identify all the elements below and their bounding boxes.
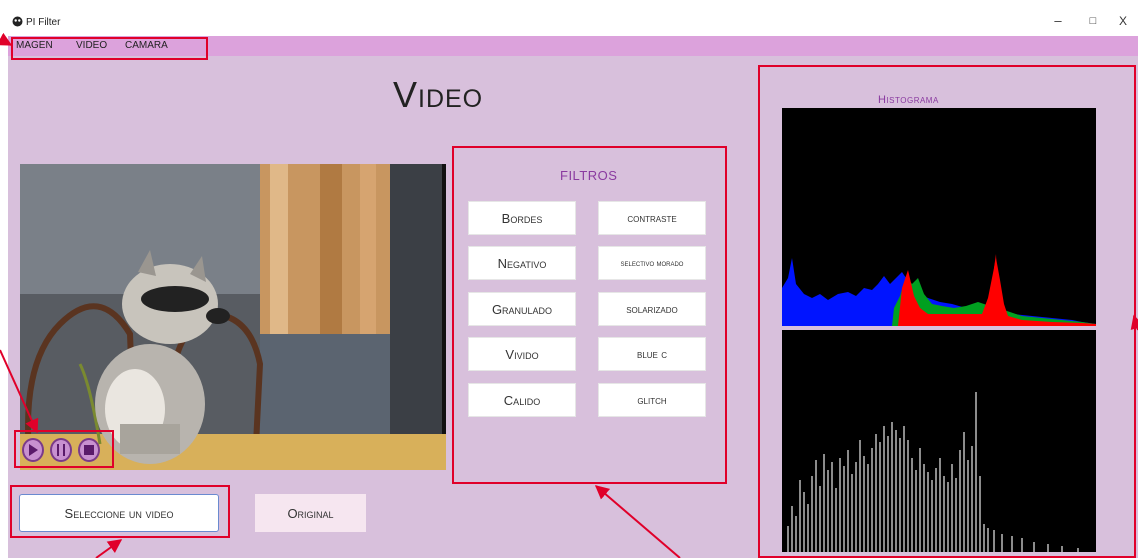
original-button[interactable]: Original <box>255 494 366 532</box>
maximize-button[interactable]: □ <box>1083 15 1103 27</box>
app-window: PI Filter – □ X MAGEN VIDEO CAMARA Video <box>8 8 1138 558</box>
window-title: PI Filter <box>26 17 61 28</box>
close-button[interactable]: X <box>1113 14 1133 28</box>
app-logo-icon <box>12 16 23 30</box>
annotation-select-box <box>10 485 230 538</box>
title-bar: PI Filter – □ X <box>8 8 1138 36</box>
annotation-controls-box <box>14 430 114 468</box>
page-title: Video <box>393 74 484 115</box>
annotation-filters-box <box>452 146 727 484</box>
minimize-button[interactable]: – <box>1048 13 1068 28</box>
video-display <box>20 164 446 470</box>
video-frame-image <box>20 164 446 470</box>
annotation-menu-box <box>11 37 208 60</box>
annotation-histogram-box <box>758 65 1136 558</box>
